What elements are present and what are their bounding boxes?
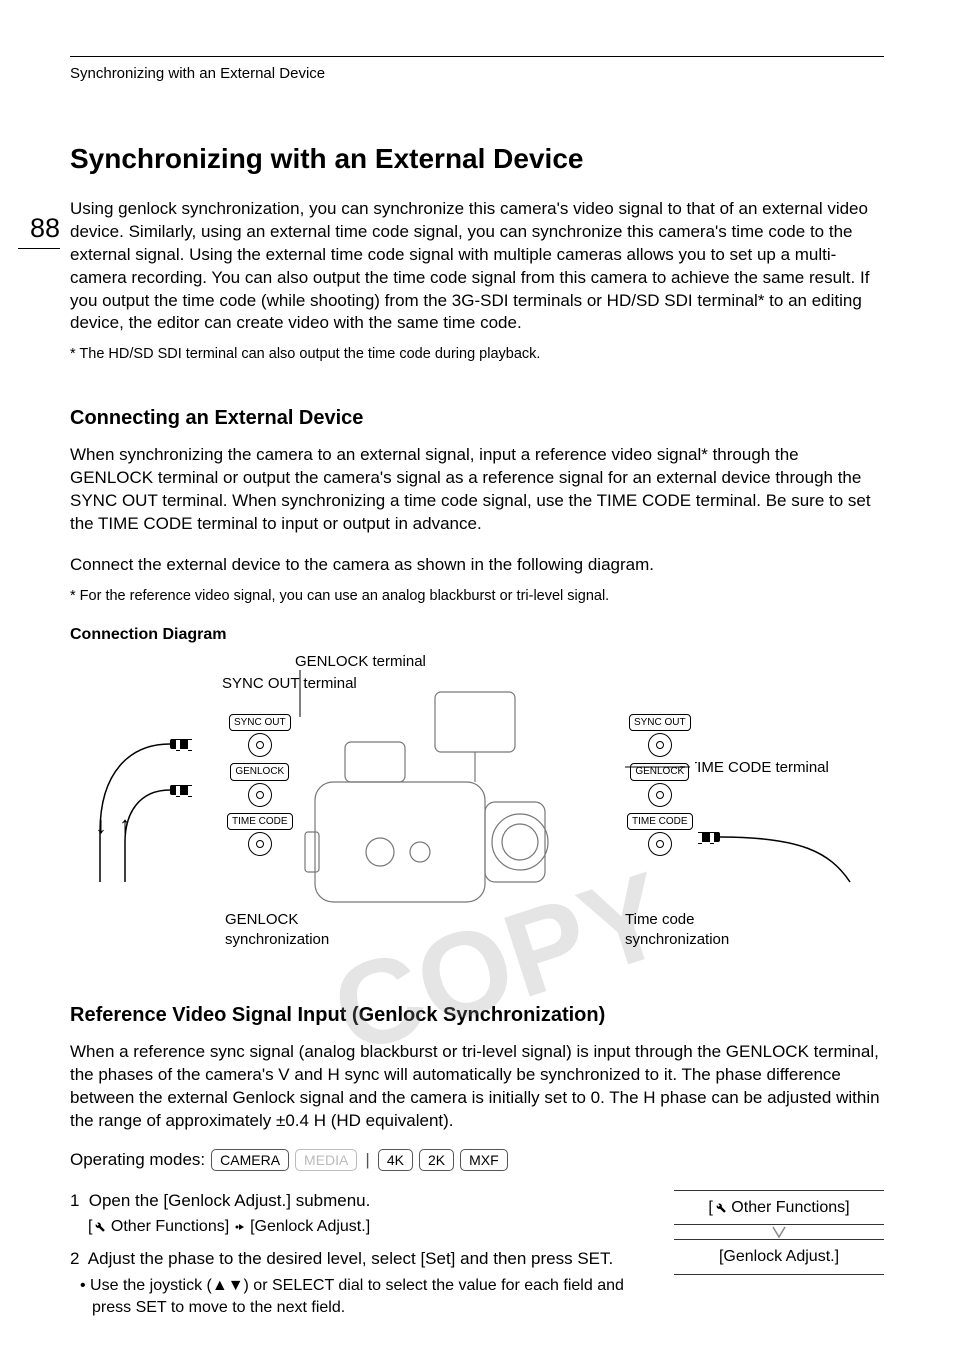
label-genlock-terminal: GENLOCK terminal (295, 652, 426, 672)
page-title: Synchronizing with an External Device (70, 140, 884, 178)
diagram-title: Connection Diagram (70, 624, 884, 646)
connecting-footnote: * For the reference video signal, you ca… (70, 587, 884, 607)
label-timecode-sync: Time code synchronization (625, 910, 729, 951)
camera-outline-icon (285, 672, 585, 932)
connecting-p1: When synchronizing the camera to an exte… (70, 444, 884, 536)
wrench-icon (713, 1200, 727, 1214)
mode-mxf-badge: MXF (460, 1149, 508, 1172)
menu-box-label: Other Functions] (727, 1199, 850, 1216)
menu-connector-icon (674, 1225, 884, 1239)
step-number: 1 (70, 1190, 84, 1213)
menu-path-sidebar: [ Other Functions] [Genlock Adjust.] (674, 1190, 884, 1275)
menu-box-genlock-adjust: [Genlock Adjust.] (674, 1239, 884, 1275)
step-2-bullet: • Use the joystick (▲▼) or SELECT dial t… (92, 1275, 644, 1318)
wrench-icon (92, 1219, 106, 1233)
menu-path-segment: [Genlock Adjust.] (246, 1218, 371, 1235)
bnc-port-icon (648, 783, 672, 807)
arrow-down-icon: ↓ (95, 814, 107, 838)
operating-modes-row: Operating modes: CAMERA MEDIA | 4K 2K MX… (70, 1149, 884, 1172)
menu-box-label: [Genlock Adjust.] (719, 1248, 839, 1265)
cable-lines-left (70, 712, 230, 882)
page-number-block: 88 (10, 210, 60, 249)
port-label-genlock: GENLOCK (230, 763, 289, 781)
running-head: Synchronizing with an External Device (70, 64, 325, 84)
bnc-port-icon (248, 832, 272, 856)
step-1-menu-path: [ Other Functions] [Genlock Adjust.] (88, 1216, 644, 1238)
label-genlock-sync: GENLOCK synchronization (225, 910, 329, 951)
procedure-steps: 1 Open the [Genlock Adjust.] submenu. [ … (70, 1190, 644, 1329)
bnc-port-icon (648, 733, 672, 757)
leader-line (295, 662, 305, 717)
port-label-timecode: TIME CODE (227, 813, 293, 831)
connection-diagram: COPY GENLOCK terminal SYNC OUT terminal … (70, 652, 884, 962)
top-rule (70, 56, 884, 57)
step-1-text: Open the [Genlock Adjust.] submenu. (89, 1191, 371, 1210)
leader-line (625, 762, 695, 772)
connecting-p2: Connect the external device to the camer… (70, 554, 884, 577)
section-connecting-heading: Connecting an External Device (70, 405, 884, 432)
page-number: 88 (30, 213, 60, 243)
step-2-text: Adjust the phase to the desired level, s… (88, 1249, 613, 1268)
menu-path-segment: Other Functions] (106, 1218, 233, 1235)
step-2-bullet-text: Use the joystick (▲▼) or SELECT dial to … (90, 1277, 624, 1316)
menu-box-other-functions: [ Other Functions] (674, 1190, 884, 1226)
menu-arrow-icon (234, 1221, 246, 1233)
intro-footnote: * The HD/SD SDI terminal can also output… (70, 345, 884, 365)
step-number: 2 (70, 1248, 84, 1271)
genlock-paragraph: When a reference sync signal (analog bla… (70, 1041, 884, 1133)
cable-lines-right (680, 712, 880, 892)
section-genlock-heading: Reference Video Signal Input (Genlock Sy… (70, 1002, 884, 1029)
operating-modes-label: Operating modes: (70, 1149, 205, 1172)
mode-camera-badge: CAMERA (211, 1149, 289, 1172)
bnc-port-icon (248, 733, 272, 757)
arrow-up-icon: ↑ (119, 814, 131, 838)
bnc-port-icon (248, 783, 272, 807)
mode-4k-badge: 4K (378, 1149, 413, 1172)
intro-paragraph: Using genlock synchronization, you can s… (70, 198, 884, 336)
bnc-port-icon (648, 832, 672, 856)
port-label-syncout: SYNC OUT (229, 714, 291, 732)
mode-separator: | (365, 1149, 369, 1172)
page-number-rule (18, 248, 60, 249)
mode-media-badge: MEDIA (295, 1149, 357, 1172)
mode-2k-badge: 2K (419, 1149, 454, 1172)
